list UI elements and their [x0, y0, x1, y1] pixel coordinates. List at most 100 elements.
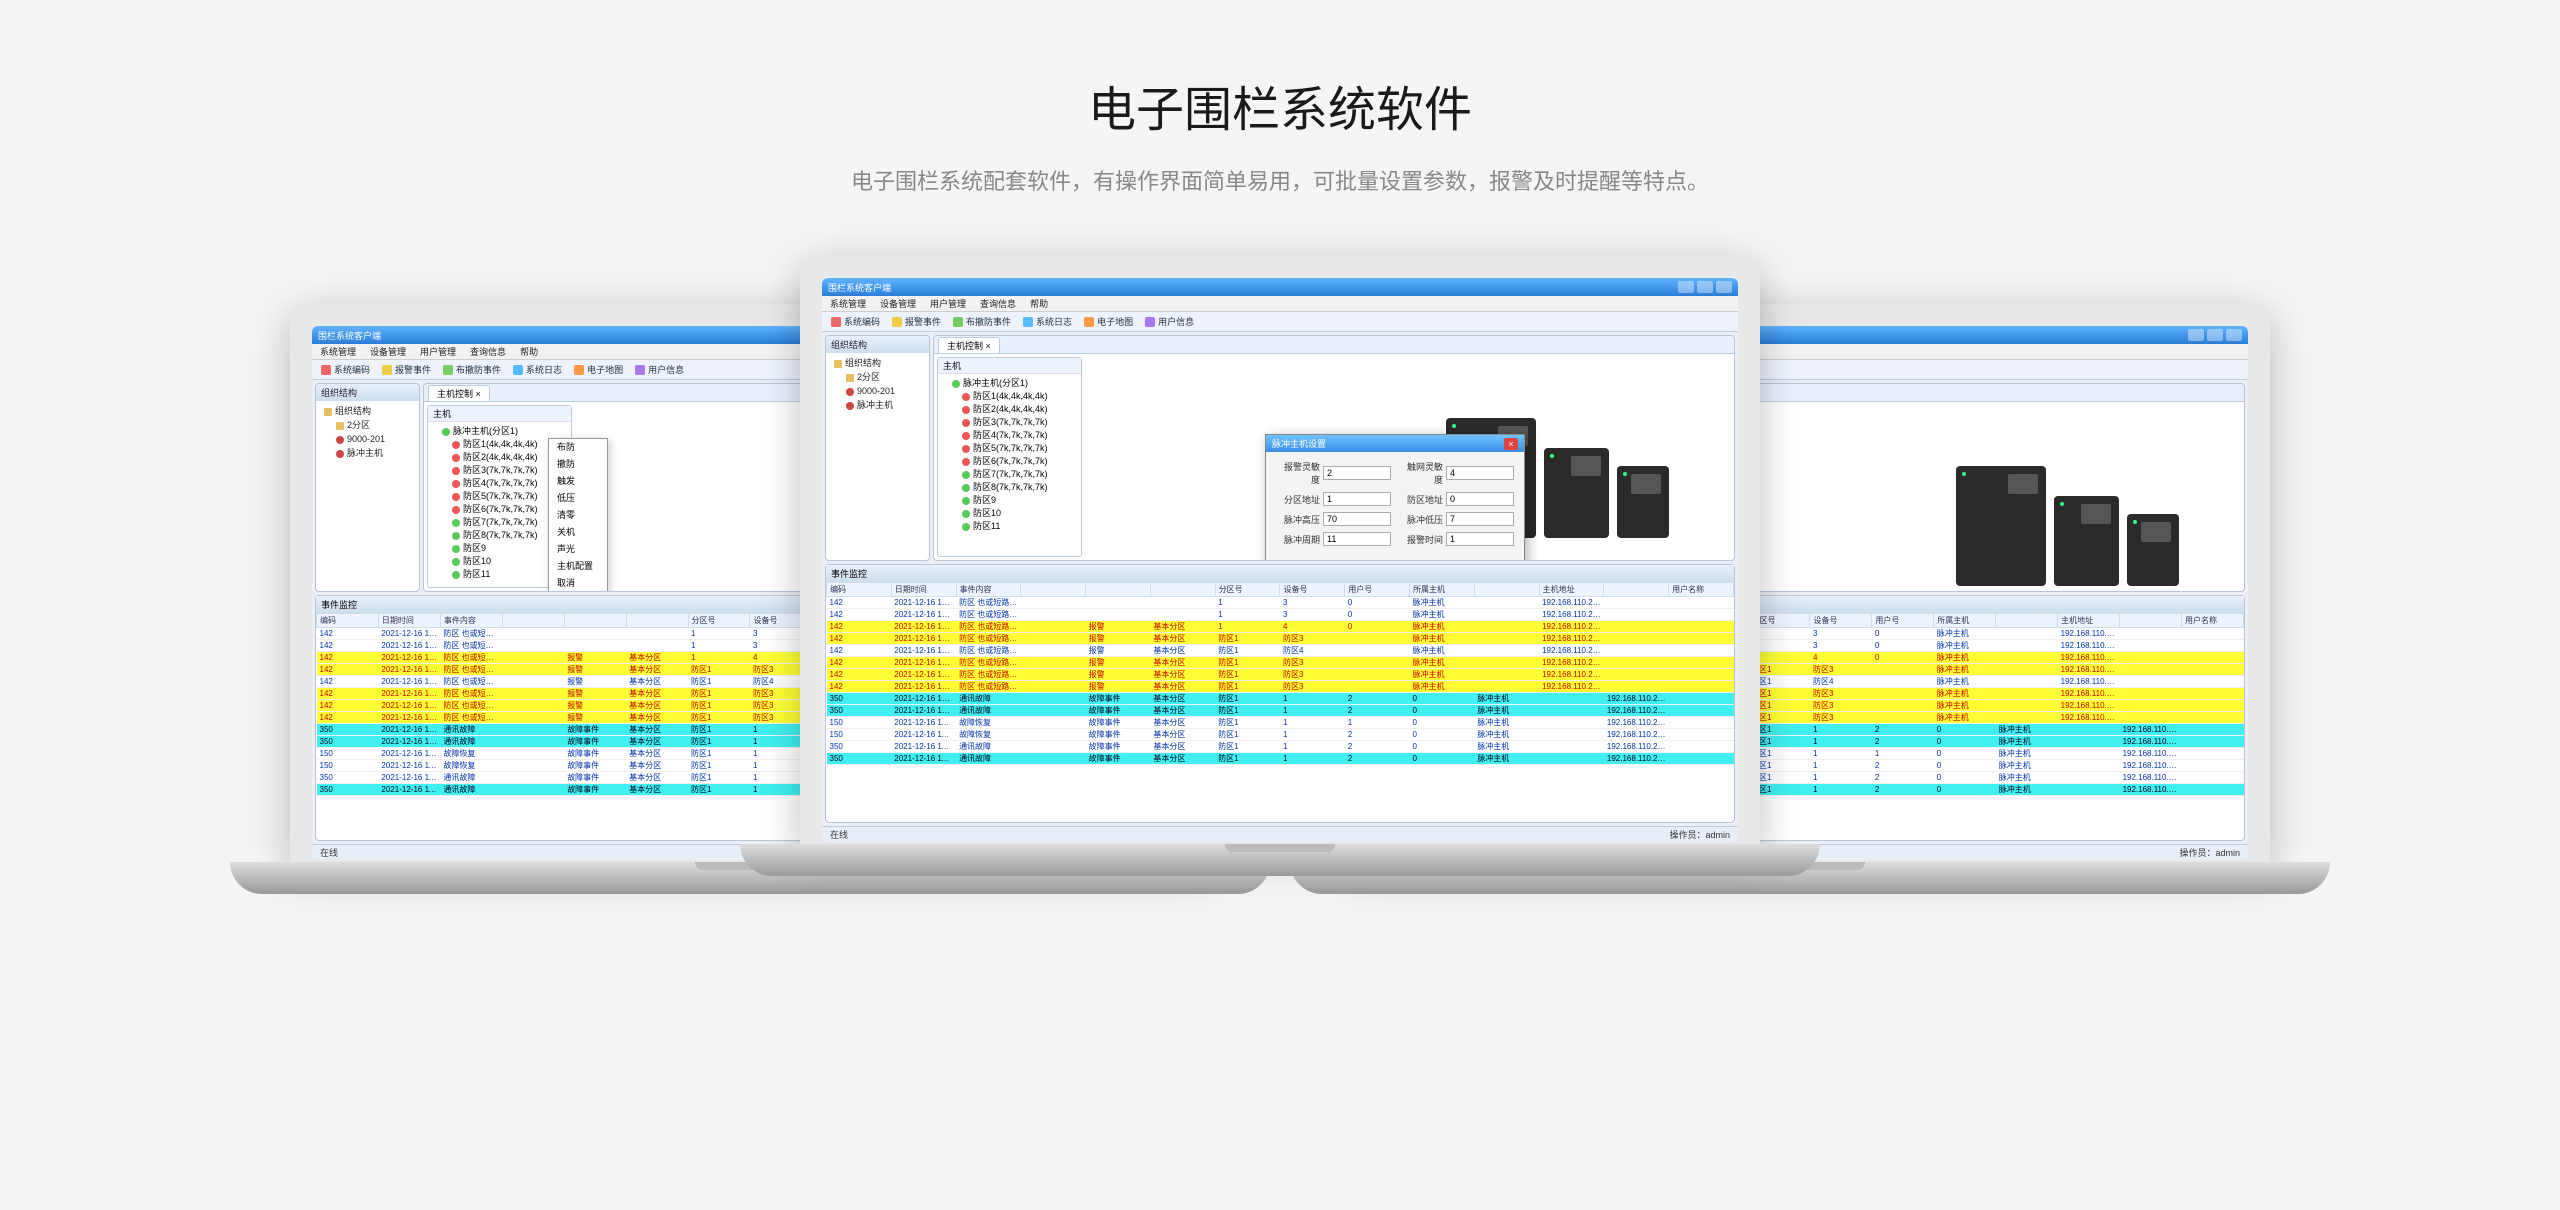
ctx-item-4[interactable]: 清零 — [549, 507, 607, 524]
col-1[interactable]: 日期时间 — [891, 582, 956, 596]
event-row-7[interactable]: 1422021-12-16 14:14:08:871防区 也或短路报警报警基本分… — [827, 680, 1734, 692]
zone-node-1[interactable]: 防区1(4k,4k,4k,4k) — [942, 390, 1077, 403]
col-7[interactable]: 设备号 — [1280, 582, 1345, 596]
col-3[interactable] — [502, 614, 564, 628]
zone-node-9[interactable]: 防区9 — [942, 494, 1077, 507]
tool-0[interactable]: 系统编码 — [828, 314, 883, 329]
col-12[interactable] — [1604, 582, 1669, 596]
tool-1[interactable]: 报警事件 — [379, 362, 434, 377]
dialog-close-icon[interactable]: × — [1504, 438, 1518, 450]
field-input-1-0[interactable] — [1323, 492, 1391, 506]
menu-item-2[interactable]: 用户管理 — [420, 345, 456, 358]
zone-node-11[interactable]: 防区11 — [942, 520, 1077, 533]
col-10[interactable] — [1474, 582, 1539, 596]
ctx-item-2[interactable]: 触发 — [549, 473, 607, 490]
event-row-1[interactable]: 1422021-12-16 14:14:43:560防区 也或短路恢复130脉冲… — [827, 608, 1734, 620]
col-12[interactable] — [2120, 614, 2182, 628]
zone-node-0[interactable]: 脉冲主机(分区1) — [432, 425, 567, 438]
ctx-item-1[interactable]: 撤防 — [549, 456, 607, 473]
event-row-11[interactable]: 1502021-12-16 11:37:57:159故障恢复故障事件基本分区防区… — [827, 728, 1734, 740]
tree-node-3[interactable]: 脉冲主机 — [830, 398, 925, 412]
col-2[interactable]: 事件内容 — [440, 614, 502, 628]
minimize-icon[interactable] — [1678, 281, 1694, 293]
event-row-8[interactable]: 3502021-12-16 13:52:41:509通讯故障故障事件基本分区防区… — [827, 692, 1734, 704]
tree-node-0[interactable]: 组织结构 — [320, 404, 415, 418]
close-icon[interactable] — [2226, 329, 2242, 341]
tool-2[interactable]: 布撤防事件 — [440, 362, 504, 377]
menu-item-3[interactable]: 查询信息 — [470, 345, 506, 358]
menu-item-1[interactable]: 设备管理 — [370, 345, 406, 358]
tree-node-1[interactable]: 2分区 — [320, 418, 415, 432]
col-1[interactable]: 日期时间 — [378, 614, 440, 628]
tool-1[interactable]: 报警事件 — [889, 314, 944, 329]
col-13[interactable]: 用户名称 — [2181, 614, 2243, 628]
col-10[interactable] — [1996, 614, 2058, 628]
col-2[interactable]: 事件内容 — [956, 582, 1021, 596]
zone-node-3[interactable]: 防区3(7k,7k,7k,7k) — [942, 416, 1077, 429]
field-input-1-1[interactable] — [1446, 492, 1514, 506]
col-7[interactable]: 设备号 — [1810, 614, 1872, 628]
zone-node-4[interactable]: 防区4(7k,7k,7k,7k) — [432, 477, 567, 490]
zone-node-1[interactable]: 防区1(4k,4k,4k,4k) — [432, 438, 567, 451]
menu-item-2[interactable]: 用户管理 — [930, 297, 966, 310]
zone-node-3[interactable]: 防区3(7k,7k,7k,7k) — [432, 464, 567, 477]
zone-node-8[interactable]: 防区8(7k,7k,7k,7k) — [432, 529, 567, 542]
zone-node-6[interactable]: 防区6(7k,7k,7k,7k) — [432, 503, 567, 516]
col-11[interactable]: 主机地址 — [2058, 614, 2120, 628]
field-input-2-0[interactable] — [1323, 512, 1391, 526]
col-8[interactable]: 用户号 — [1345, 582, 1410, 596]
zone-node-9[interactable]: 防区9 — [432, 542, 567, 555]
menu-item-4[interactable]: 帮助 — [520, 345, 538, 358]
col-6[interactable]: 分区号 — [688, 614, 750, 628]
tab-host-control[interactable]: 主机控制 × — [938, 337, 1000, 353]
org-tree[interactable]: 组织结构2分区9000-201脉冲主机 — [826, 353, 929, 415]
col-5[interactable] — [1150, 582, 1215, 596]
zone-node-6[interactable]: 防区6(7k,7k,7k,7k) — [942, 455, 1077, 468]
zone-node-0[interactable]: 脉冲主机(分区1) — [942, 377, 1077, 390]
menu-item-0[interactable]: 系统管理 — [830, 297, 866, 310]
close-icon[interactable] — [1716, 281, 1732, 293]
zone-node-5[interactable]: 防区5(7k,7k,7k,7k) — [942, 442, 1077, 455]
field-input-0-1[interactable] — [1446, 466, 1514, 480]
ctx-item-7[interactable]: 主机配置 — [549, 558, 607, 575]
event-row-13[interactable]: 3502021-12-16 11:34:20:356通讯故障故障事件基本分区防区… — [827, 752, 1734, 764]
event-row-12[interactable]: 3502021-12-16 11:34:20:358通讯故障故障事件基本分区防区… — [827, 740, 1734, 752]
event-row-0[interactable]: 1422021-12-16 14:14:43:704防区 也或短路恢复130脉冲… — [827, 596, 1734, 608]
col-9[interactable]: 所属主机 — [1934, 614, 1996, 628]
tab-host-control[interactable]: 主机控制 × — [428, 385, 490, 401]
tool-3[interactable]: 系统日志 — [1020, 314, 1075, 329]
col-4[interactable] — [1086, 582, 1151, 596]
zone-node-10[interactable]: 防区10 — [432, 555, 567, 568]
ctx-item-8[interactable]: 取消 — [549, 575, 607, 592]
col-8[interactable]: 用户号 — [1872, 614, 1934, 628]
org-tree[interactable]: 组织结构2分区9000-201脉冲主机 — [316, 401, 419, 463]
tree-node-3[interactable]: 脉冲主机 — [320, 446, 415, 460]
ctx-item-3[interactable]: 低压 — [549, 490, 607, 507]
tree-node-1[interactable]: 2分区 — [830, 370, 925, 384]
tree-node-2[interactable]: 9000-201 — [320, 432, 415, 446]
zone-node-7[interactable]: 防区7(7k,7k,7k,7k) — [942, 468, 1077, 481]
zone-node-8[interactable]: 防区8(7k,7k,7k,7k) — [942, 481, 1077, 494]
minimize-icon[interactable] — [2188, 329, 2204, 341]
field-input-0-0[interactable] — [1323, 466, 1391, 480]
col-9[interactable]: 所属主机 — [1410, 582, 1475, 596]
col-4[interactable] — [564, 614, 626, 628]
tree-node-2[interactable]: 9000-201 — [830, 384, 925, 398]
ctx-item-5[interactable]: 关机 — [549, 524, 607, 541]
menu-item-1[interactable]: 设备管理 — [880, 297, 916, 310]
zone-node-10[interactable]: 防区10 — [942, 507, 1077, 520]
tool-5[interactable]: 用户信息 — [1142, 314, 1197, 329]
event-row-2[interactable]: 1422021-12-16 14:14:34:216防区 也或短路报警报警基本分… — [827, 620, 1734, 632]
tool-5[interactable]: 用户信息 — [632, 362, 687, 377]
maximize-icon[interactable] — [2207, 329, 2223, 341]
zone-tree[interactable]: 脉冲主机(分区1)防区1(4k,4k,4k,4k)防区2(4k,4k,4k,4k… — [938, 374, 1081, 536]
event-row-4[interactable]: 1422021-12-16 14:14:25:700防区 也或短路恢复报警基本分… — [827, 644, 1734, 656]
col-11[interactable]: 主机地址 — [1539, 582, 1604, 596]
field-input-3-1[interactable] — [1446, 532, 1514, 546]
col-5[interactable] — [626, 614, 688, 628]
tool-3[interactable]: 系统日志 — [510, 362, 565, 377]
maximize-icon[interactable] — [1697, 281, 1713, 293]
event-row-9[interactable]: 3502021-12-16 13:52:41:509通讯故障故障事件基本分区防区… — [827, 704, 1734, 716]
menu-item-3[interactable]: 查询信息 — [980, 297, 1016, 310]
col-0[interactable]: 编码 — [317, 614, 379, 628]
